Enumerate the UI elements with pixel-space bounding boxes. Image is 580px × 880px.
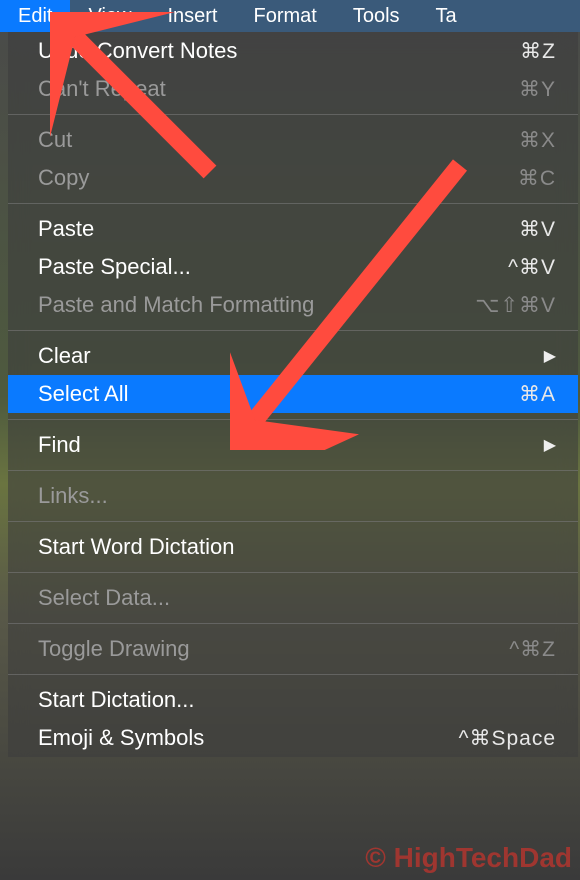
menu-item-paste-and-match-formatting: Paste and Match Formatting ⌥⇧⌘V bbox=[8, 286, 578, 324]
menu-item-label: Paste Special... bbox=[38, 254, 191, 280]
edit-menu-dropdown: Undo Convert Notes⌘ZCan't Repeat⌘YCut⌘XC… bbox=[8, 32, 578, 757]
menu-item-emoji-symbols[interactable]: Emoji & Symbols ^⌘Space bbox=[8, 719, 578, 757]
menu-separator bbox=[8, 470, 578, 471]
menu-item-label: Select All bbox=[38, 381, 129, 407]
menu-item-label: Copy bbox=[38, 165, 89, 191]
menu-item-shortcut: ⌘Y bbox=[519, 77, 556, 102]
menu-item-paste[interactable]: Paste ⌘V bbox=[8, 210, 578, 248]
menu-item-shortcut: ⌘A bbox=[519, 382, 556, 407]
menubar-item-edit[interactable]: Edit bbox=[0, 0, 70, 32]
menu-item-start-dictation[interactable]: Start Dictation... bbox=[8, 681, 578, 719]
menu-item-label: Toggle Drawing bbox=[38, 636, 190, 662]
menu-item-undo-convert-notes[interactable]: Undo Convert Notes ⌘Z bbox=[8, 32, 578, 70]
menu-item-label: Undo Convert Notes bbox=[38, 38, 237, 64]
submenu-arrow-icon: ▶ bbox=[544, 346, 556, 366]
menu-item-shortcut: ^⌘Space bbox=[459, 726, 556, 751]
menu-separator bbox=[8, 572, 578, 573]
menubar-item-tools[interactable]: Tools bbox=[335, 0, 418, 32]
menu-separator bbox=[8, 623, 578, 624]
menu-item-find[interactable]: Find ▶ bbox=[8, 426, 578, 464]
menu-item-can-t-repeat: Can't Repeat ⌘Y bbox=[8, 70, 578, 108]
menu-item-label: Select Data... bbox=[38, 585, 170, 611]
menubar-item-label: Format bbox=[254, 5, 317, 28]
menu-separator bbox=[8, 419, 578, 420]
submenu-arrow-icon: ▶ bbox=[544, 435, 556, 455]
menubar-item-label: Tools bbox=[353, 5, 400, 28]
menu-item-select-data: Select Data... bbox=[8, 579, 578, 617]
menu-item-shortcut: ^⌘Z bbox=[509, 637, 556, 662]
menu-item-shortcut: ⌥⇧⌘V bbox=[475, 293, 556, 318]
menu-item-label: Cut bbox=[38, 127, 72, 153]
menu-item-cut: Cut ⌘X bbox=[8, 121, 578, 159]
menubar-item-format[interactable]: Format bbox=[236, 0, 335, 32]
menu-item-shortcut: ^⌘V bbox=[508, 255, 556, 280]
menu-item-label: Emoji & Symbols bbox=[38, 725, 204, 751]
menubar-item-ta[interactable]: Ta bbox=[418, 0, 475, 32]
menubar-item-label: Edit bbox=[18, 5, 52, 28]
menubar-item-label: Insert bbox=[167, 5, 217, 28]
menu-item-shortcut: ⌘C bbox=[518, 166, 556, 191]
menu-item-label: Clear bbox=[38, 343, 91, 369]
watermark: © HighTechDad bbox=[365, 842, 572, 874]
menu-item-label: Start Word Dictation bbox=[38, 534, 234, 560]
menu-item-links: Links... bbox=[8, 477, 578, 515]
menu-item-paste-special[interactable]: Paste Special... ^⌘V bbox=[8, 248, 578, 286]
menubar-item-label: Ta bbox=[436, 5, 457, 28]
menubar-item-view[interactable]: View bbox=[70, 0, 149, 32]
menu-item-shortcut: ⌘V bbox=[519, 217, 556, 242]
menubar-item-label: View bbox=[88, 5, 131, 28]
menu-separator bbox=[8, 674, 578, 675]
menu-item-select-all[interactable]: Select All ⌘A bbox=[8, 375, 578, 413]
menu-item-clear[interactable]: Clear ▶ bbox=[8, 337, 578, 375]
menu-separator bbox=[8, 521, 578, 522]
menu-item-start-word-dictation[interactable]: Start Word Dictation bbox=[8, 528, 578, 566]
menu-item-copy: Copy ⌘C bbox=[8, 159, 578, 197]
menu-item-label: Paste bbox=[38, 216, 94, 242]
menu-separator bbox=[8, 330, 578, 331]
menu-item-label: Find bbox=[38, 432, 81, 458]
menu-item-shortcut: ⌘X bbox=[519, 128, 556, 153]
menu-item-label: Start Dictation... bbox=[38, 687, 195, 713]
menu-item-shortcut: ⌘Z bbox=[520, 39, 556, 64]
menu-item-label: Can't Repeat bbox=[38, 76, 166, 102]
menu-item-toggle-drawing: Toggle Drawing ^⌘Z bbox=[8, 630, 578, 668]
menu-separator bbox=[8, 203, 578, 204]
menu-item-label: Links... bbox=[38, 483, 108, 509]
menubar-item-insert[interactable]: Insert bbox=[149, 0, 235, 32]
menu-item-label: Paste and Match Formatting bbox=[38, 292, 314, 318]
menu-separator bbox=[8, 114, 578, 115]
menubar: Edit View Insert Format Tools Ta bbox=[0, 0, 580, 32]
